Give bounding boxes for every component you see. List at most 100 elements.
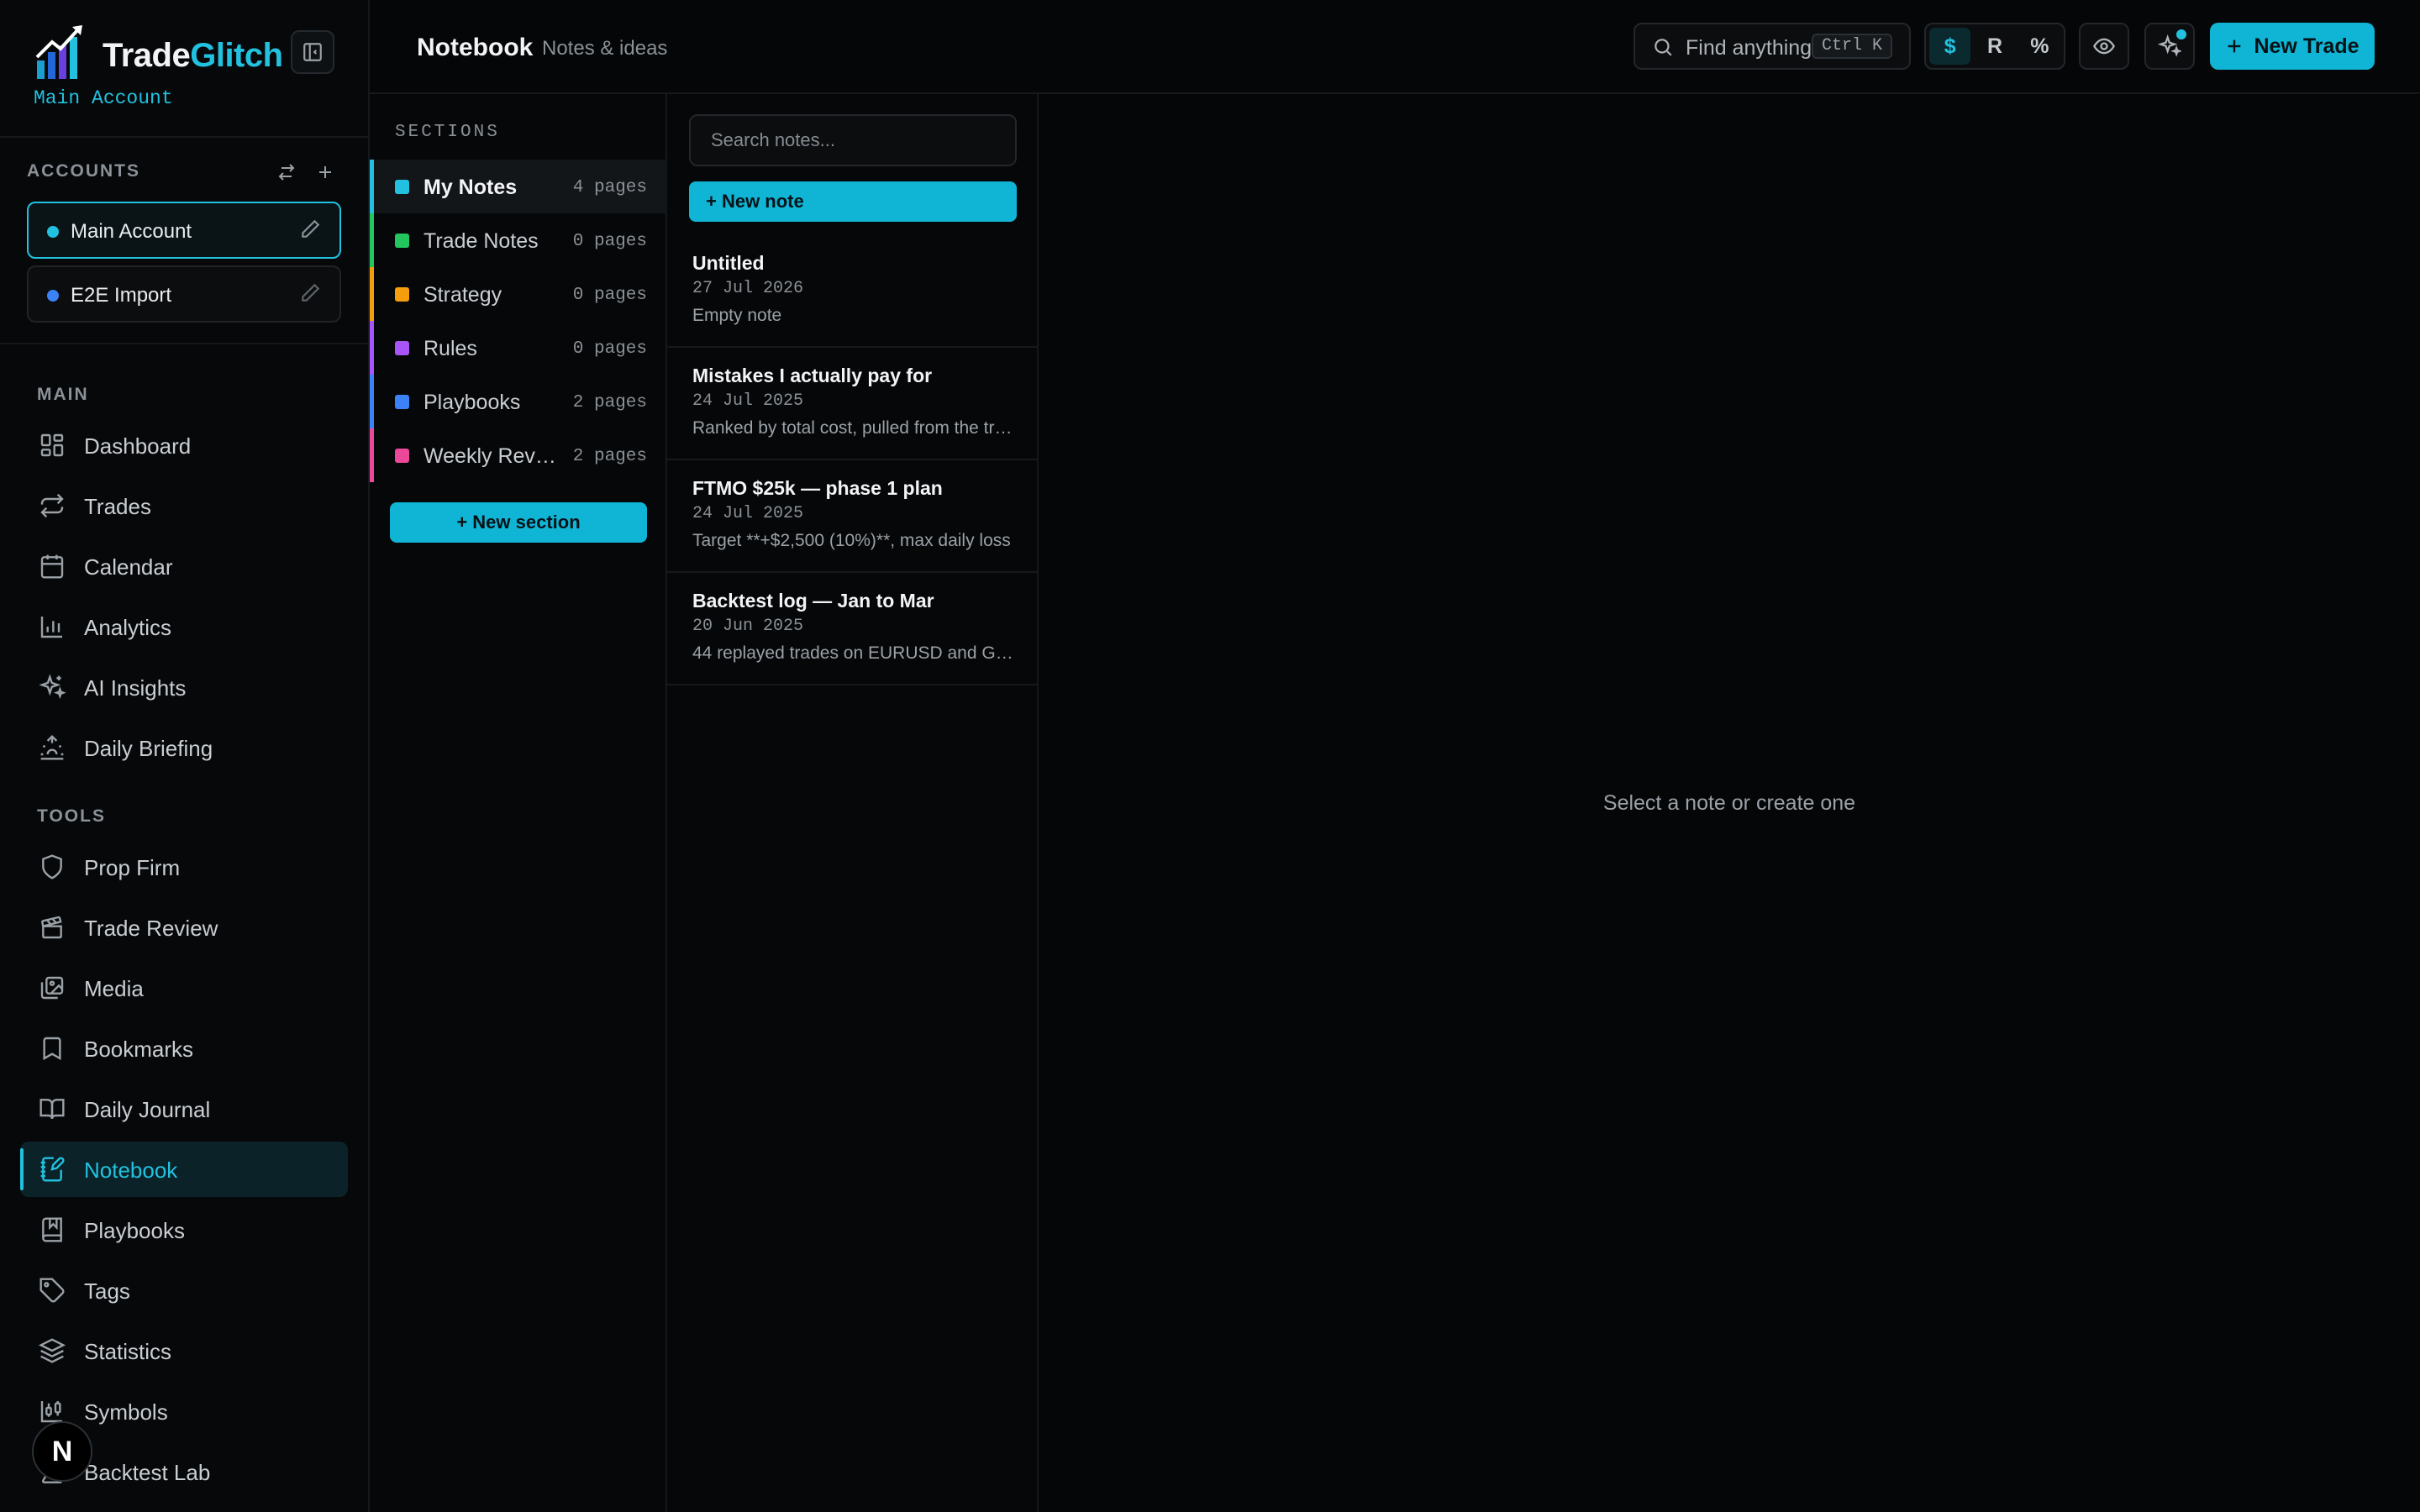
section-name: Rules: [424, 337, 477, 360]
unit-option-dollar[interactable]: $: [1929, 28, 1971, 65]
note-date: 24 Jul 2025: [692, 391, 804, 411]
account-color-dot: [47, 290, 59, 302]
sidebar-item-daily-journal[interactable]: Daily Journal: [20, 1081, 348, 1137]
sidebar-item-trades[interactable]: Trades: [20, 478, 348, 533]
switch-account-icon[interactable]: [274, 160, 299, 185]
sidebar-item-label: AI Insights: [84, 675, 187, 701]
sidebar-item-label: Trade Review: [84, 916, 218, 941]
section-color-bar: [370, 375, 374, 428]
section-page-count: 4 pages: [572, 178, 647, 197]
note-list-item[interactable]: Untitled 27 Jul 2026 Empty note: [667, 235, 1037, 348]
sidebar-item-playbooks[interactable]: Playbooks: [20, 1202, 348, 1257]
unit-option-r[interactable]: R: [1974, 28, 2015, 65]
brand-name-part2: Glitch: [190, 37, 283, 74]
page-title: Notebook: [417, 34, 534, 61]
ai-assistant-button[interactable]: [2144, 23, 2195, 70]
top-header: Notebook Notes & ideas Find anything Ctr…: [370, 0, 2420, 94]
note-date: 24 Jul 2025: [692, 504, 804, 523]
sidebar-item-calendar[interactable]: Calendar: [20, 538, 348, 594]
sidebar-item-label: Trades: [84, 494, 151, 519]
new-trade-button[interactable]: New Trade: [2210, 23, 2375, 70]
sidebar-item-analytics[interactable]: Analytics: [20, 599, 348, 654]
tag-icon: [39, 1277, 66, 1304]
sidebar-item-label: Playbooks: [84, 1218, 185, 1243]
pencil-icon[interactable]: [299, 218, 323, 242]
sidebar-item-tags[interactable]: Tags: [20, 1263, 348, 1318]
sparkles-icon: [39, 674, 66, 701]
notes-list-panel: + New note Untitled 27 Jul 2026 Empty no…: [667, 94, 1039, 1512]
nav-group-tools-label: TOOLS: [37, 806, 106, 826]
account-item-e2e-import[interactable]: E2E Import: [27, 265, 341, 323]
section-color-swatch: [395, 449, 409, 463]
section-page-count: 2 pages: [572, 447, 647, 466]
page-subtitle: Notes & ideas: [542, 37, 668, 60]
book-open-icon: [39, 1095, 66, 1122]
trades-icon: [39, 492, 66, 519]
sidebar-item-media[interactable]: Media: [20, 960, 348, 1016]
section-page-count: 0 pages: [572, 286, 647, 305]
analytics-icon: [39, 613, 66, 640]
note-list-item[interactable]: Mistakes I actually pay for 24 Jul 2025 …: [667, 348, 1037, 460]
sidebar-item-label: Daily Journal: [84, 1097, 211, 1122]
privacy-toggle-button[interactable]: [2079, 23, 2129, 70]
account-color-dot: [47, 226, 59, 238]
sidebar-item-dashboard[interactable]: Dashboard: [20, 417, 348, 473]
note-list-item[interactable]: Backtest log — Jan to Mar 20 Jun 2025 44…: [667, 573, 1037, 685]
sidebar-item-label: Tags: [84, 1278, 130, 1304]
sidebar-item-statistics[interactable]: Statistics: [20, 1323, 348, 1378]
new-section-button[interactable]: + New section: [390, 502, 647, 543]
images-icon: [39, 974, 66, 1001]
sidebar-item-label: Calendar: [84, 554, 173, 580]
pencil-icon[interactable]: [299, 282, 323, 306]
account-label: E2E Import: [71, 284, 172, 307]
section-item-rules[interactable]: Rules 0 pages: [370, 321, 667, 375]
search-shortcut-badge: Ctrl K: [1811, 34, 1892, 59]
sidebar-divider: [0, 343, 370, 344]
accounts-header: ACCOUNTS: [27, 161, 343, 186]
collapse-sidebar-button[interactable]: [291, 30, 334, 74]
sidebar-item-prop-firm[interactable]: Prop Firm: [20, 839, 348, 895]
note-editor-panel: Select a note or create one: [1039, 94, 2420, 1512]
sidebar-item-bookmarks[interactable]: Bookmarks: [20, 1021, 348, 1076]
trade-glitch-logo-icon: [34, 24, 92, 81]
sidebar-item-label: Analytics: [84, 615, 172, 640]
note-title: FTMO $25k — phase 1 plan: [692, 477, 943, 499]
section-color-bar: [370, 267, 374, 321]
app-root: TradeGlitch Main Account ACCOUNTS Main A…: [0, 0, 2420, 1512]
section-color-bar: [370, 160, 374, 213]
section-page-count: 2 pages: [572, 393, 647, 412]
note-title: Untitled: [692, 252, 765, 274]
sidebar-item-ai-insights[interactable]: AI Insights: [20, 659, 348, 715]
sidebar-item-label: Statistics: [84, 1339, 172, 1364]
unit-option-percent[interactable]: %: [2019, 28, 2060, 65]
section-page-count: 0 pages: [572, 232, 647, 251]
sidebar-item-label: Daily Briefing: [84, 736, 213, 761]
account-item-main-account[interactable]: Main Account: [27, 202, 341, 259]
eye-icon: [2092, 34, 2116, 58]
section-color-bar: [370, 321, 374, 375]
calendar-icon: [39, 553, 66, 580]
avatar[interactable]: N: [32, 1421, 92, 1482]
section-name: Playbooks: [424, 391, 521, 414]
sidebar-item-notebook[interactable]: Notebook: [20, 1142, 348, 1197]
sunrise-icon: [39, 734, 66, 761]
sidebar-item-trade-review[interactable]: Trade Review: [20, 900, 348, 955]
sidebar-item-label: Bookmarks: [84, 1037, 194, 1062]
sidebar-item-daily-briefing[interactable]: Daily Briefing: [20, 720, 348, 775]
book-marked-icon: [39, 1216, 66, 1243]
section-item-my-notes[interactable]: My Notes 4 pages: [370, 160, 667, 213]
notebook-pen-icon: [39, 1156, 66, 1183]
section-item-trade-notes[interactable]: Trade Notes 0 pages: [370, 213, 667, 267]
notes-search-input[interactable]: [689, 114, 1017, 166]
section-color-swatch: [395, 180, 409, 194]
global-search-button[interactable]: Find anything Ctrl K: [1634, 23, 1911, 70]
section-item-strategy[interactable]: Strategy 0 pages: [370, 267, 667, 321]
note-date: 27 Jul 2026: [692, 279, 804, 298]
section-item-weekly-reviews[interactable]: Weekly Reviews 2 pages: [370, 428, 667, 482]
note-list-item[interactable]: FTMO $25k — phase 1 plan 24 Jul 2025 Tar…: [667, 460, 1037, 573]
section-item-playbooks[interactable]: Playbooks 2 pages: [370, 375, 667, 428]
section-color-swatch: [395, 287, 409, 302]
section-name: Strategy: [424, 283, 502, 307]
add-account-icon[interactable]: [313, 160, 338, 185]
new-note-button[interactable]: + New note: [689, 181, 1017, 222]
